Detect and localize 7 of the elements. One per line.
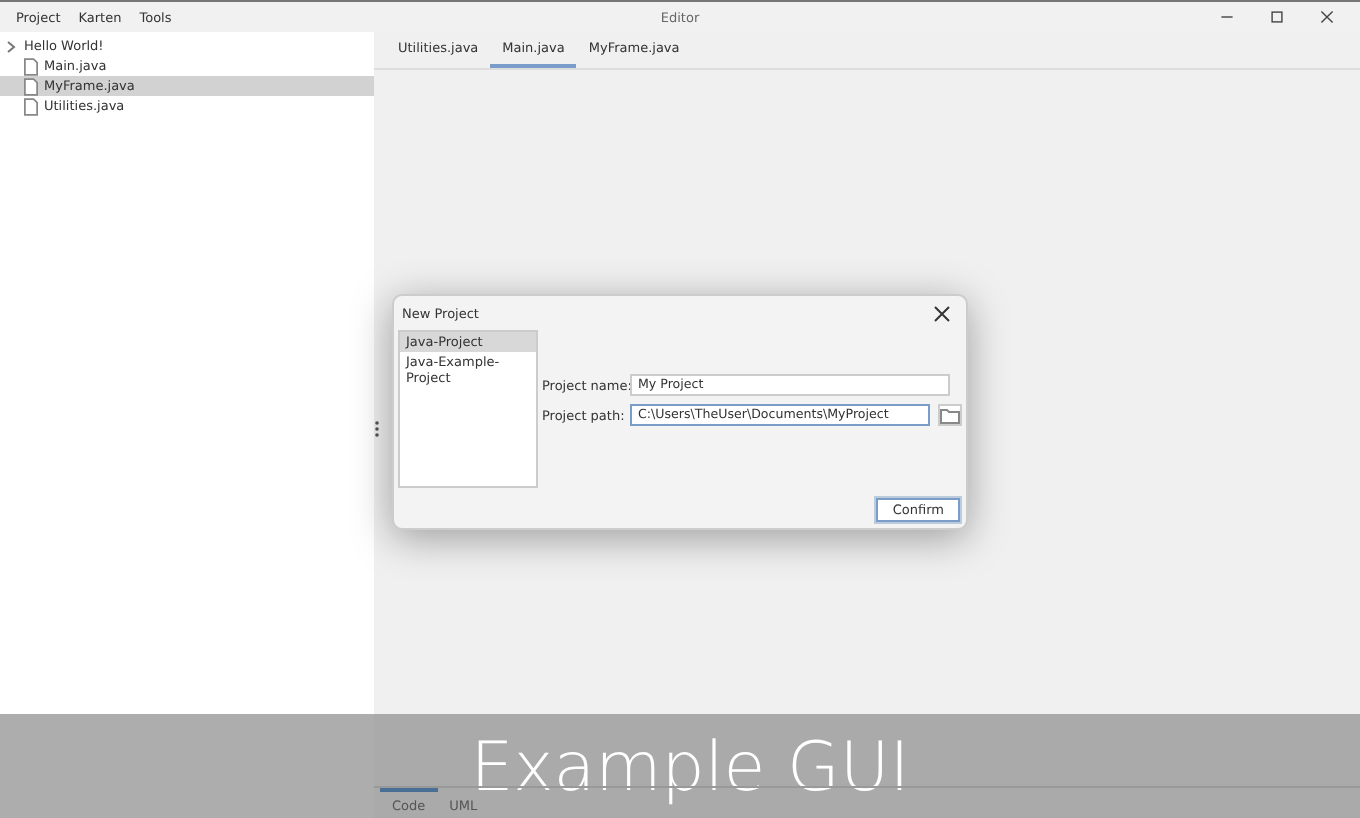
maximize-icon[interactable] (1270, 10, 1284, 24)
splitter-handle-icon[interactable] (374, 420, 380, 438)
chevron-icon[interactable] (6, 39, 16, 53)
close-icon[interactable] (1320, 10, 1334, 24)
folder-button[interactable] (938, 404, 962, 426)
minimize-icon[interactable] (1220, 10, 1234, 24)
close-icon[interactable] (934, 306, 950, 322)
